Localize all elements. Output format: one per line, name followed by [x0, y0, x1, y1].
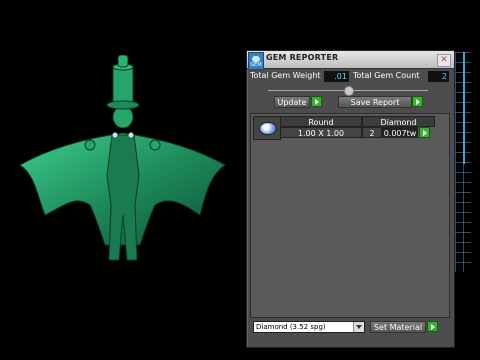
set-material-play-arrow-icon[interactable]	[427, 321, 438, 332]
gem-list: Round Diamond 1.00 X 1.00 2 0.007tw	[250, 113, 450, 318]
round-diamond-stone-icon	[259, 122, 277, 135]
close-icon[interactable]: ✕	[437, 54, 451, 67]
update-button[interactable]: Update	[274, 96, 310, 108]
gem-thumbnail-icon[interactable]	[253, 116, 281, 140]
app-icon-text: GEM	[250, 62, 262, 68]
set-material-button[interactable]: Set Material	[370, 321, 426, 333]
row-play-arrow-icon[interactable]	[419, 127, 430, 138]
total-gem-count-label: Total Gem Count	[353, 71, 420, 80]
save-report-play-arrow-icon[interactable]	[412, 96, 423, 107]
total-gem-weight-label: Total Gem Weight	[250, 71, 321, 80]
panel-titlebar[interactable]: GEM GEM REPORTER ✕	[247, 51, 454, 70]
dropdown-arrow-icon[interactable]	[353, 322, 364, 332]
gem-weight-cell: 0.007tw	[382, 127, 418, 138]
material-select-value: Diamond (3.52 spg)	[256, 323, 326, 331]
gem-reporter-panel: GEM GEM REPORTER ✕ Total Gem Weight .01 …	[246, 50, 455, 348]
gem-quantity-cell: 2	[362, 127, 382, 138]
header-material: Diamond	[362, 116, 435, 127]
viewport-grid-edge	[463, 52, 465, 164]
update-play-arrow-icon[interactable]	[311, 96, 322, 107]
panel-slider-thumb[interactable]	[344, 86, 354, 96]
total-gem-count-value: 2	[428, 71, 449, 82]
caped-figure-pendant-model[interactable]	[15, 55, 230, 270]
header-cut: Round	[280, 116, 362, 127]
gem-size-cell: 1.00 X 1.00	[280, 127, 362, 138]
save-report-button[interactable]: Save Report	[338, 96, 412, 108]
material-select[interactable]: Diamond (3.52 spg)	[253, 321, 365, 333]
panel-title: GEM REPORTER	[266, 53, 339, 62]
gem-reporter-app-icon: GEM	[248, 52, 264, 70]
total-gem-weight-value: .01	[324, 71, 349, 82]
